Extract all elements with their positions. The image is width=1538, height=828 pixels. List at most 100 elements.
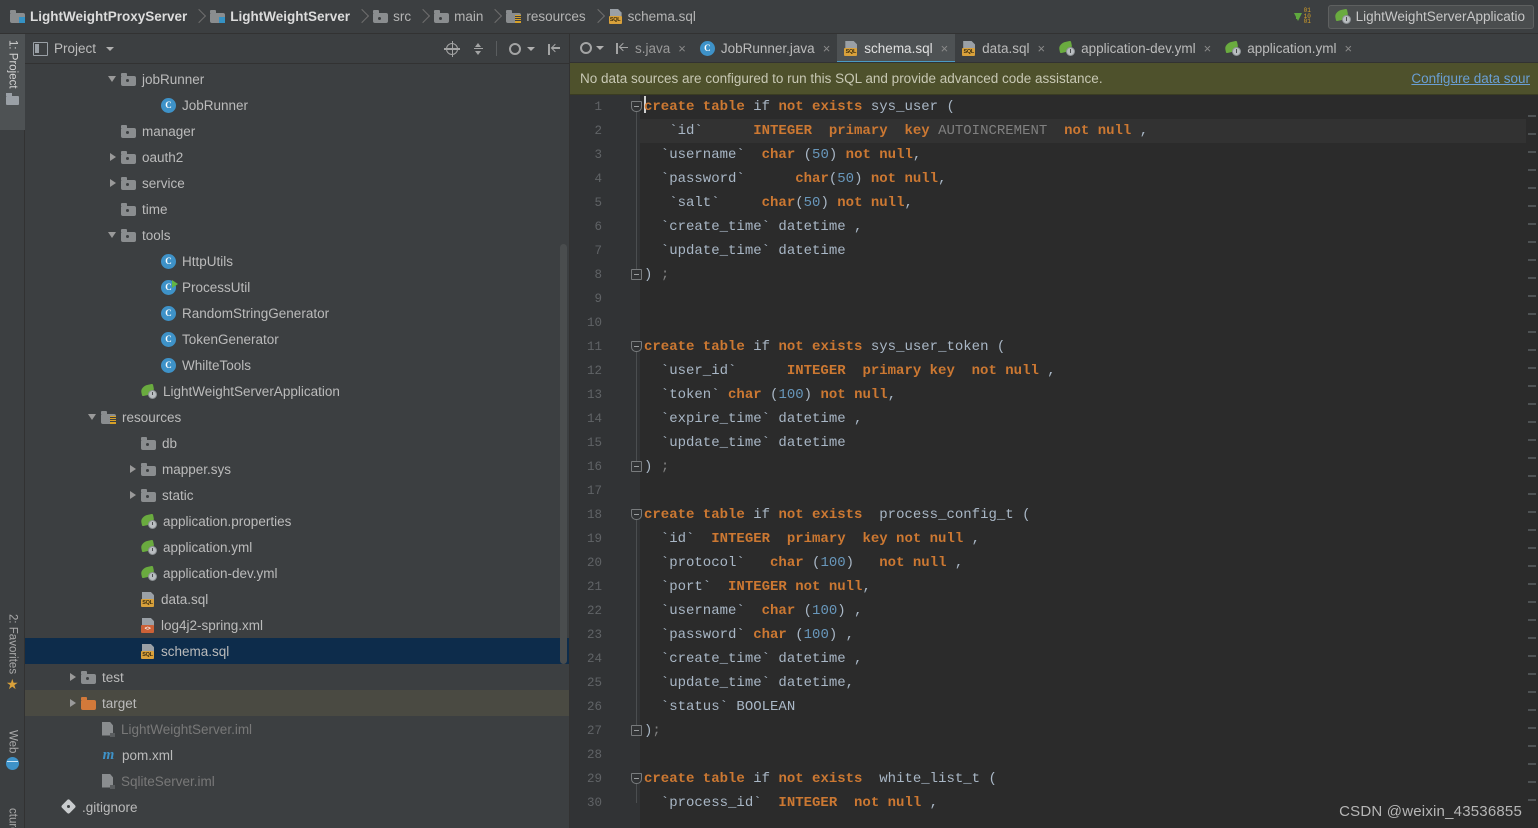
breadcrumb-separator xyxy=(416,4,427,30)
code-token: ) , xyxy=(828,627,855,643)
chevron-right-icon[interactable] xyxy=(105,175,121,191)
settings-chevron-down-icon[interactable] xyxy=(596,46,604,50)
navigation-bar: LightWeightProxyServer LightWeightServer s… xyxy=(0,0,1538,34)
tree-item[interactable]: db xyxy=(25,430,569,456)
tree-item[interactable]: SQL data.sql xyxy=(25,586,569,612)
breadcrumb-item-main[interactable]: main xyxy=(430,4,485,30)
tree-item[interactable]: m pom.xml xyxy=(25,742,569,768)
tree-item[interactable]: manager xyxy=(25,118,569,144)
code-editor[interactable]: 1 2 3 4 5 6 7 8 9 10 11 12 13 14 15 16 17 18 19 20 21 22 23 24 2… xyxy=(570,95,1538,828)
editor-tab-application-yml[interactable]: application.yml × xyxy=(1218,34,1359,62)
close-icon[interactable]: × xyxy=(823,41,831,56)
project-tree-scrollbar[interactable] xyxy=(560,244,567,664)
chevron-down-icon[interactable] xyxy=(85,409,101,425)
editor-tab-jobrunner-java[interactable]: C JobRunner.java × xyxy=(693,34,837,62)
editor-tab-s-java[interactable]: s.java × xyxy=(635,34,693,62)
chevron-right-icon[interactable] xyxy=(65,669,81,685)
project-panel-title-group[interactable]: Project xyxy=(33,41,115,56)
tree-item[interactable]: <> log4j2-spring.xml xyxy=(25,612,569,638)
code-token: `id` xyxy=(644,123,754,139)
run-configuration-label: LightWeightServerApplicatio xyxy=(1355,9,1525,24)
tree-item[interactable]: SqliteServer.iml xyxy=(25,768,569,794)
tool-window-tab-project[interactable]: 1: Project xyxy=(0,34,25,130)
tool-window-tab-favorites[interactable]: 2: Favorites ★ xyxy=(0,608,25,718)
tool-window-tab-web[interactable]: Web xyxy=(0,724,25,796)
tree-item[interactable]: static xyxy=(25,482,569,508)
code-token: ) xyxy=(854,171,871,187)
run-configuration-selector[interactable]: LightWeightServerApplicatio xyxy=(1327,4,1534,29)
editor-tab-label: application-dev.yml xyxy=(1081,41,1196,56)
class-icon: C xyxy=(161,331,176,347)
tree-item[interactable]: .gitignore xyxy=(25,794,569,820)
scrollbar-marker xyxy=(1528,511,1536,513)
tree-item[interactable]: C RandomStringGenerator xyxy=(25,300,569,326)
breadcrumb-item-lightweightproxyserver[interactable]: LightWeightProxyServer xyxy=(6,4,189,30)
chevron-right-icon[interactable] xyxy=(125,487,141,503)
chevron-right-icon[interactable] xyxy=(65,695,81,711)
chevron-down-icon[interactable] xyxy=(106,46,115,51)
close-icon[interactable]: × xyxy=(678,41,686,56)
tree-item[interactable]: mapper.sys xyxy=(25,456,569,482)
code-token: 50 xyxy=(812,147,829,163)
breadcrumb-item-schema-sql[interactable]: SQL schema.sql xyxy=(605,4,698,30)
chevron-right-icon[interactable] xyxy=(125,461,141,477)
close-icon[interactable]: × xyxy=(1037,41,1045,56)
code-token: INTEGER not null xyxy=(778,795,930,811)
tree-item[interactable]: C JobRunner xyxy=(25,92,569,118)
tree-item[interactable]: C WhilteTools xyxy=(25,352,569,378)
editor-tab-data-sql[interactable]: SQL data.sql × xyxy=(955,34,1052,62)
editor-tab-schema-sql[interactable]: SQL schema.sql × xyxy=(837,34,956,62)
tree-item[interactable]: application-dev.yml xyxy=(25,560,569,586)
tree-item[interactable]: C TokenGenerator xyxy=(25,326,569,352)
line-number: 27 xyxy=(586,724,602,738)
chevron-down-icon[interactable] xyxy=(105,71,121,87)
code-content[interactable]: create table if not exists sys_user ( `i… xyxy=(640,95,1526,828)
tree-item[interactable]: application.properties xyxy=(25,508,569,534)
editor-scrollbar[interactable] xyxy=(1526,95,1538,828)
settings-gear-icon[interactable] xyxy=(507,41,523,57)
code-line: `password` char (100) , xyxy=(640,623,1526,647)
breadcrumb-item-resources[interactable]: resources xyxy=(502,4,587,30)
tree-item[interactable]: LightWeightServer.iml xyxy=(25,716,569,742)
close-icon[interactable]: × xyxy=(941,41,949,56)
scrollbar-marker xyxy=(1528,439,1536,441)
code-token: not exists xyxy=(778,99,871,115)
breadcrumb-item-src[interactable]: src xyxy=(369,4,413,30)
chevron-down-icon[interactable] xyxy=(105,227,121,243)
chevron-right-icon[interactable] xyxy=(105,149,121,165)
code-token: `status` BOOLEAN xyxy=(644,699,796,715)
tool-window-tab-structure[interactable]: cture xyxy=(0,802,25,828)
folder-icon xyxy=(141,462,156,476)
tree-item[interactable]: C HttpUtils xyxy=(25,248,569,274)
hide-panel-icon[interactable] xyxy=(613,40,629,56)
tree-item[interactable]: application.yml xyxy=(25,534,569,560)
collapse-all-icon[interactable] xyxy=(470,41,486,57)
tree-item[interactable]: test xyxy=(25,664,569,690)
close-icon[interactable]: × xyxy=(1345,41,1353,56)
tree-item[interactable]: oauth2 xyxy=(25,144,569,170)
tree-item[interactable]: LightWeightServerApplication xyxy=(25,378,569,404)
tree-item[interactable]: tools xyxy=(25,222,569,248)
breadcrumb-item-lightweightserver[interactable]: LightWeightServer xyxy=(206,4,352,30)
tree-item[interactable]: time xyxy=(25,196,569,222)
hide-panel-icon[interactable] xyxy=(545,41,561,57)
settings-gear-icon[interactable] xyxy=(578,40,594,56)
settings-chevron-down-icon[interactable] xyxy=(527,46,535,51)
tree-item[interactable]: resources xyxy=(25,404,569,430)
tree-item[interactable]: service xyxy=(25,170,569,196)
line-number: 18 xyxy=(586,508,602,522)
class-icon: C xyxy=(699,41,715,56)
scrollbar-marker xyxy=(1528,529,1536,531)
code-token: , xyxy=(938,171,947,187)
configure-data-source-link[interactable]: Configure data sour xyxy=(1411,71,1530,86)
close-icon[interactable]: × xyxy=(1204,41,1212,56)
locate-icon[interactable] xyxy=(444,40,460,57)
tree-item[interactable]: SQL schema.sql xyxy=(25,638,569,664)
vcs-updates-icon[interactable]: 01 10 01 xyxy=(1293,8,1320,26)
editor-tab-application-dev-yml[interactable]: application-dev.yml × xyxy=(1052,34,1218,62)
tree-item[interactable]: target xyxy=(25,690,569,716)
tree-item[interactable]: jobRunner xyxy=(25,66,569,92)
tree-item[interactable]: C ProcessUtil xyxy=(25,274,569,300)
editor-tab-label: data.sql xyxy=(982,41,1030,56)
editor-gutter[interactable]: 1 2 3 4 5 6 7 8 9 10 11 12 13 14 15 16 17 18 19 20 21 22 23 24 2… xyxy=(570,95,642,828)
